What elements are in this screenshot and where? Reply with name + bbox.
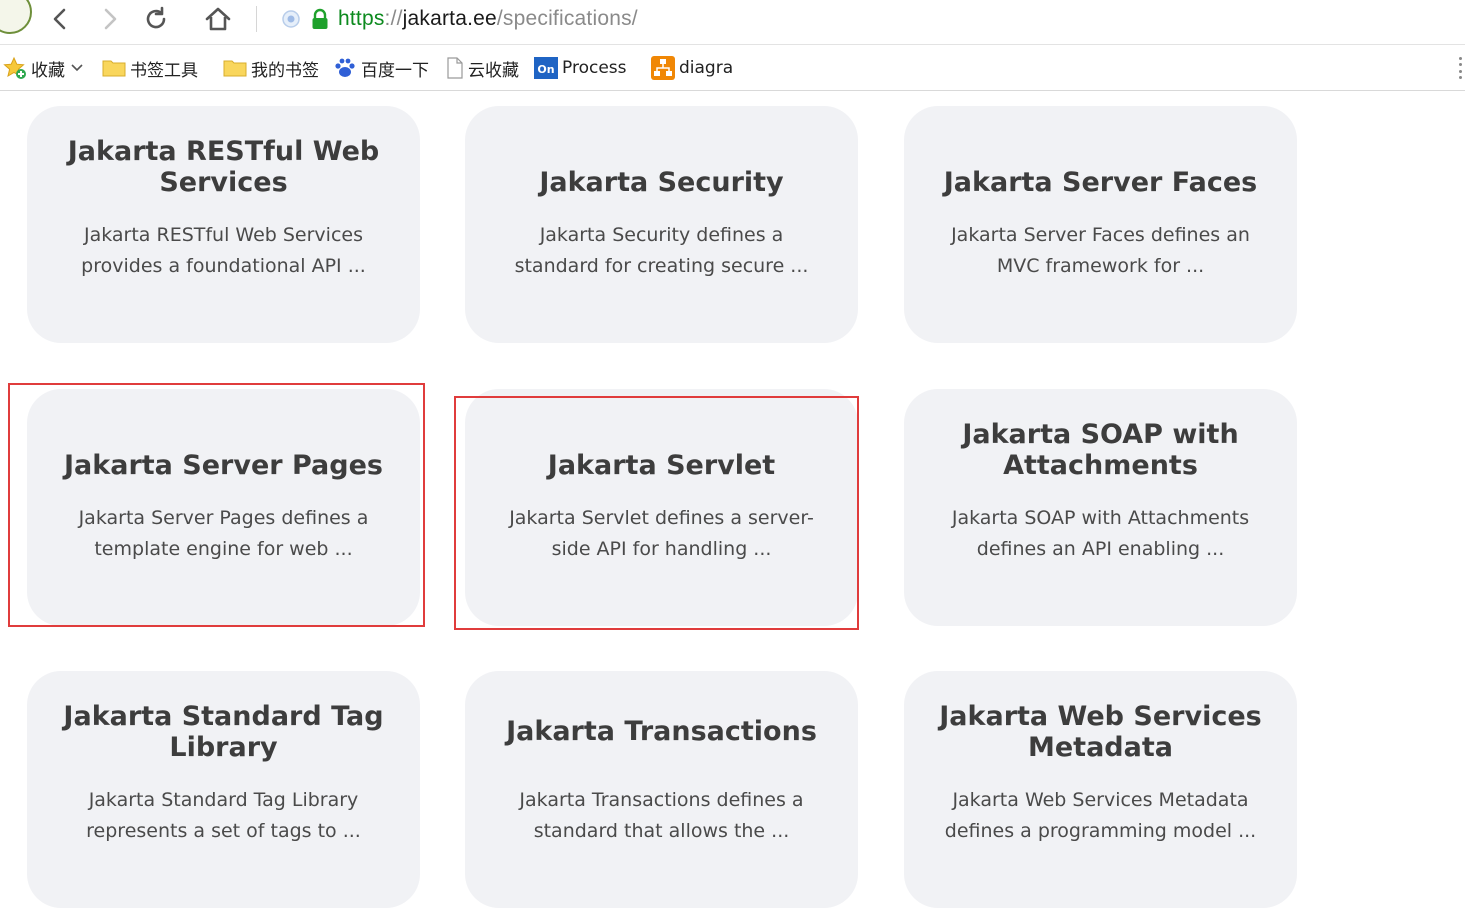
card-description: Jakarta Standard Tag Library represents …	[86, 789, 361, 842]
more-options-icon[interactable]	[1457, 57, 1463, 79]
bookmark-diagrams[interactable]: diagra	[651, 55, 733, 81]
spec-card-security[interactable]: Jakarta Security Jakarta Security define…	[465, 106, 858, 343]
spec-card-server-faces[interactable]: Jakarta Server Faces Jakarta Server Face…	[904, 106, 1297, 343]
reload-button[interactable]	[140, 4, 172, 34]
card-description: Jakarta SOAP with Attachments defines an…	[951, 507, 1250, 560]
card-title: Jakarta Transactions	[506, 716, 817, 747]
address-bar[interactable]: https://jakarta.ee/specifications/	[280, 2, 1440, 36]
card-title: Jakarta Server Pages	[64, 450, 383, 481]
spec-card-web-services-metadata[interactable]: Jakarta Web Services Metadata Jakarta We…	[904, 671, 1297, 908]
card-description: Jakarta Server Pages defines a template …	[78, 507, 369, 560]
card-title: Jakarta Standard Tag Library	[63, 701, 384, 763]
folder-icon	[223, 58, 247, 78]
bookmark-processon[interactable]: On Process	[534, 55, 627, 81]
card-description: Jakarta Server Faces defines an MVC fram…	[951, 224, 1250, 277]
spec-card-restful-web-services[interactable]: Jakarta RESTful Web Services Jakarta RES…	[27, 106, 420, 343]
bookmark-tools-folder[interactable]: 书签工具	[102, 55, 198, 81]
bookmark-favorites[interactable]: 收藏	[3, 55, 83, 81]
card-title: Jakarta Server Faces	[943, 167, 1258, 198]
baidu-paw-icon	[333, 57, 357, 79]
bookmark-label: Process	[562, 58, 627, 78]
folder-icon	[102, 58, 126, 78]
reload-icon	[146, 6, 166, 29]
card-title: Jakarta Security	[539, 167, 784, 198]
card-description: Jakarta Web Services Metadata defines a …	[944, 789, 1257, 842]
home-button[interactable]	[202, 4, 234, 34]
spec-card-server-pages[interactable]: Jakarta Server Pages Jakarta Server Page…	[27, 389, 420, 626]
card-title: Jakarta Web Services Metadata	[939, 701, 1262, 763]
bookmark-label: 收藏	[31, 60, 65, 81]
bookmark-label: 书签工具	[130, 60, 198, 81]
chevron-down-icon	[71, 63, 83, 73]
bookmarks-bar: 收藏 书签工具 我的书签 百度一下 云收藏 On Process diagra	[0, 45, 1465, 91]
page-icon	[446, 57, 464, 79]
forward-button[interactable]	[94, 4, 126, 34]
bookmark-label: 云收藏	[468, 60, 519, 81]
card-title: Jakarta Servlet	[547, 450, 776, 481]
home-icon	[205, 7, 231, 31]
card-description: Jakarta RESTful Web Services provides a …	[81, 224, 366, 277]
arrow-right-icon	[104, 8, 117, 30]
bookmark-my-bookmarks-folder[interactable]: 我的书签	[223, 55, 319, 81]
spec-card-transactions[interactable]: Jakarta Transactions Jakarta Transaction…	[465, 671, 858, 908]
card-description: Jakarta Security defines a standard for …	[514, 224, 809, 277]
url-separator: ://	[384, 7, 403, 30]
specifications-page: Jakarta RESTful Web Services Jakarta RES…	[0, 91, 1465, 910]
card-title: Jakarta RESTful Web Services	[67, 136, 380, 198]
processon-icon: On	[534, 57, 558, 79]
site-status-icon	[280, 8, 302, 30]
bookmark-label: diagra	[679, 58, 734, 78]
bookmark-label: 百度一下	[361, 60, 429, 81]
back-button[interactable]	[44, 4, 76, 34]
spec-card-soap-with-attachments[interactable]: Jakarta SOAP with Attachments Jakarta SO…	[904, 389, 1297, 626]
browser-logo-icon	[0, 0, 32, 34]
star-add-icon	[3, 56, 27, 80]
browser-toolbar: https://jakarta.ee/specifications/	[0, 0, 1465, 45]
spec-card-servlet[interactable]: Jakarta Servlet Jakarta Servlet defines …	[465, 389, 858, 626]
lock-icon	[310, 8, 330, 30]
card-description: Jakarta Transactions defines a standard …	[519, 789, 804, 842]
toolbar-divider	[256, 6, 257, 32]
url-path: /specifications/	[496, 7, 638, 30]
bookmark-label: 我的书签	[251, 60, 319, 81]
bookmark-baidu[interactable]: 百度一下	[333, 55, 429, 81]
url-text: https://jakarta.ee/specifications/	[338, 7, 638, 31]
svg-text:On: On	[537, 63, 554, 76]
arrow-left-icon	[53, 8, 66, 30]
url-scheme: https	[338, 7, 385, 30]
url-host: jakarta.ee	[402, 7, 497, 30]
card-description: Jakarta Servlet defines a server-side AP…	[509, 507, 814, 560]
card-title: Jakarta SOAP with Attachments	[962, 419, 1239, 481]
spec-card-standard-tag-library[interactable]: Jakarta Standard Tag Library Jakarta Sta…	[27, 671, 420, 908]
bookmark-cloud-favorites[interactable]: 云收藏	[446, 55, 519, 81]
diagrams-icon	[651, 56, 675, 80]
